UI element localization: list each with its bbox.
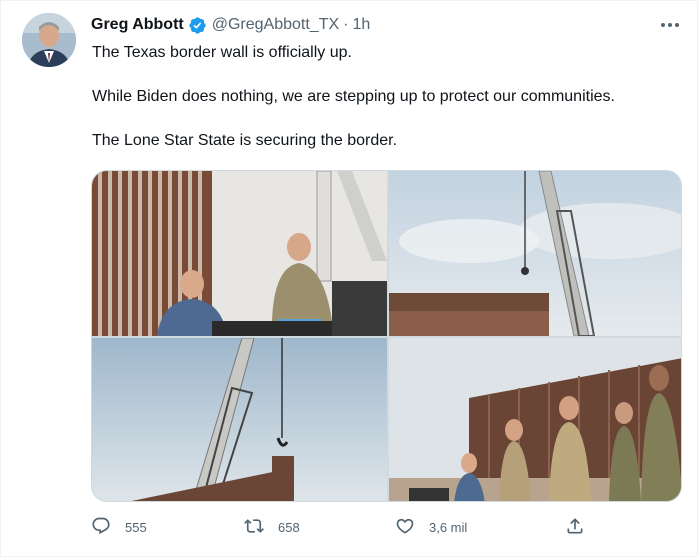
share-button[interactable]	[565, 515, 585, 539]
retweet-count: 658	[278, 519, 300, 535]
tweet-card: Greg Abbott @GregAbbott_TX · 1h The Texa…	[0, 0, 698, 557]
retweet-icon	[244, 516, 264, 539]
tweet-text-line-3: The Lone Star State is securing the bord…	[92, 132, 398, 149]
like-count: 3,6 mil	[429, 519, 468, 535]
photo-3[interactable]	[92, 338, 387, 501]
author-avatar[interactable]	[22, 13, 76, 67]
tweet-text: The Texas border wall is officially up. …	[92, 42, 682, 152]
reply-count: 555	[125, 519, 147, 535]
tweet-text-line-1: The Texas border wall is officially up.	[92, 44, 352, 61]
header-separator: ·	[343, 16, 349, 33]
verified-badge-icon	[188, 16, 207, 35]
media-grid	[91, 170, 682, 502]
reply-button[interactable]: 555	[91, 515, 147, 539]
like-button[interactable]: 3,6 mil	[395, 515, 467, 539]
like-heart-icon	[395, 516, 415, 539]
tweet-timestamp[interactable]: 1h	[352, 16, 370, 34]
author-name[interactable]: Greg Abbott	[91, 16, 184, 34]
reply-icon	[91, 516, 111, 539]
photo-1[interactable]	[92, 171, 387, 336]
more-options-icon[interactable]	[661, 17, 681, 33]
tweet-header: Greg Abbott @GregAbbott_TX · 1h	[91, 14, 370, 36]
photo-2[interactable]	[389, 171, 681, 336]
share-icon	[565, 516, 585, 539]
author-handle[interactable]: @GregAbbott_TX	[212, 16, 339, 34]
tweet-text-line-2: While Biden does nothing, we are steppin…	[92, 88, 615, 105]
photo-4[interactable]	[389, 338, 681, 501]
tweet-actions: 555 658 3,6 mil	[91, 515, 591, 539]
retweet-button[interactable]: 658	[244, 515, 300, 539]
